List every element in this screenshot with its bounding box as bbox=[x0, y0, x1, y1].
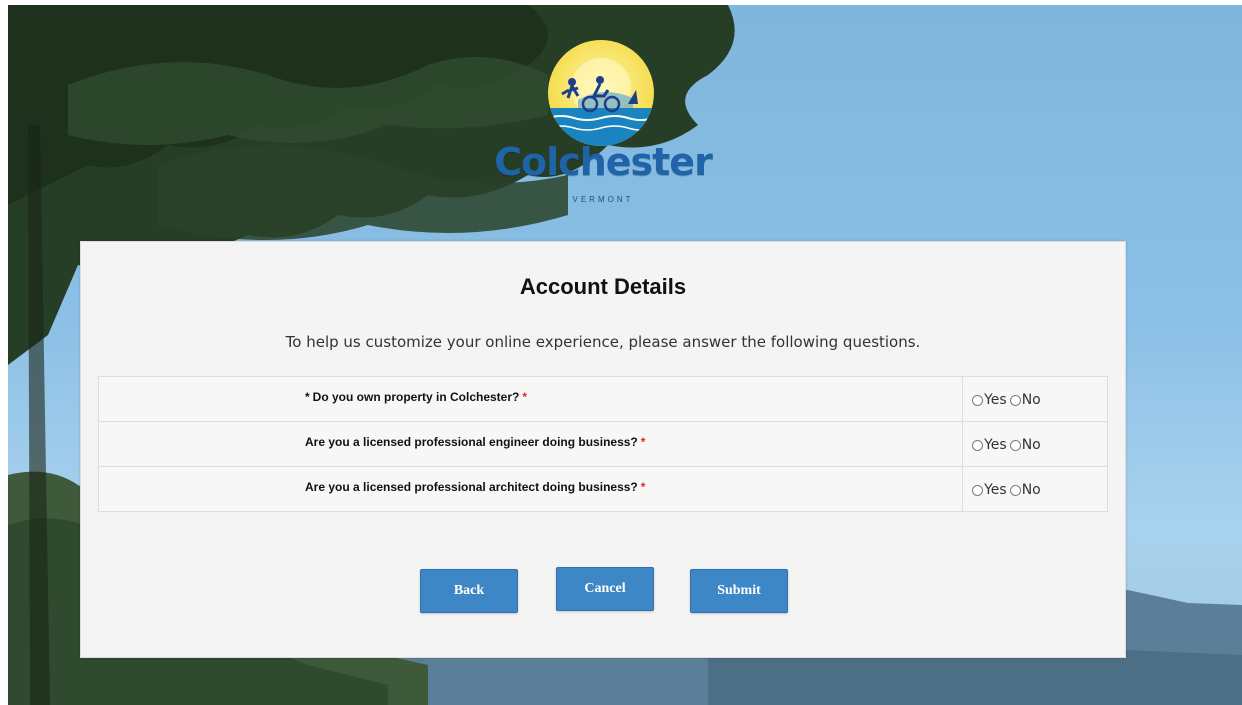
question-row-engineer: Are you a licensed professional engineer… bbox=[97, 421, 1108, 467]
radio-group-engineer: Yes No bbox=[963, 422, 1107, 453]
required-marker: * bbox=[640, 480, 646, 494]
radio-no[interactable] bbox=[1009, 394, 1021, 406]
question-cell: Are you a licensed professional engineer… bbox=[97, 421, 964, 467]
option-label: Yes bbox=[984, 392, 1007, 408]
page-title: Account Details bbox=[519, 274, 687, 299]
radio-group-architect: Yes No bbox=[963, 467, 1107, 498]
submit-button[interactable]: Submit bbox=[690, 569, 788, 613]
colchester-logo: Colchester VERMONT bbox=[488, 40, 718, 215]
radio-no[interactable] bbox=[1009, 484, 1021, 496]
radio-no[interactable] bbox=[1009, 439, 1021, 451]
option-label: No bbox=[1021, 392, 1041, 408]
back-button[interactable]: Back bbox=[420, 569, 518, 613]
logo-wordmark: Colchester bbox=[494, 140, 713, 184]
option-no[interactable]: No bbox=[1009, 392, 1041, 408]
question-label: Are you a licensed professional architec… bbox=[99, 467, 962, 494]
radio-yes[interactable] bbox=[972, 439, 984, 451]
logo-subtitle: VERMONT bbox=[572, 195, 634, 204]
question-text: Do you own property in Colchester? bbox=[312, 390, 520, 404]
account-details-panel: Account Details To help us customize you… bbox=[80, 241, 1126, 658]
question-label: Are you a licensed professional engineer… bbox=[99, 422, 962, 449]
required-marker: * bbox=[640, 435, 646, 449]
answer-cell: Yes No bbox=[962, 466, 1108, 512]
option-label: Yes bbox=[984, 437, 1007, 453]
questions-table: * Do you own property in Colchester? * Yes… bbox=[97, 376, 1108, 512]
question-text: Are you a licensed professional architec… bbox=[305, 480, 638, 494]
question-row-property: * Do you own property in Colchester? * Yes… bbox=[97, 376, 1108, 422]
logo-sun-emblem bbox=[548, 40, 654, 146]
option-yes[interactable]: Yes bbox=[972, 482, 1007, 498]
cyclist-runner-icon bbox=[548, 58, 654, 146]
intro-text: To help us customize your online experie… bbox=[285, 333, 921, 351]
cancel-button[interactable]: Cancel bbox=[556, 567, 654, 611]
required-marker: * bbox=[522, 390, 528, 404]
question-text: Are you a licensed professional engineer… bbox=[305, 435, 638, 449]
question-row-architect: Are you a licensed professional architec… bbox=[97, 466, 1108, 512]
option-no[interactable]: No bbox=[1009, 482, 1041, 498]
radio-group-property: Yes No bbox=[963, 377, 1107, 408]
option-no[interactable]: No bbox=[1009, 437, 1041, 453]
option-yes[interactable]: Yes bbox=[972, 392, 1007, 408]
option-label: No bbox=[1021, 482, 1041, 498]
question-cell: * Do you own property in Colchester? * bbox=[97, 376, 964, 422]
answer-cell: Yes No bbox=[962, 421, 1108, 467]
radio-yes[interactable] bbox=[972, 484, 984, 496]
option-yes[interactable]: Yes bbox=[972, 437, 1007, 453]
answer-cell: Yes No bbox=[962, 376, 1108, 422]
required-prefix: * bbox=[305, 390, 310, 404]
question-label: * Do you own property in Colchester? * bbox=[99, 377, 962, 404]
page: Colchester VERMONT Account Details To he… bbox=[0, 0, 1242, 705]
radio-yes[interactable] bbox=[972, 394, 984, 406]
option-label: No bbox=[1021, 437, 1041, 453]
question-cell: Are you a licensed professional architec… bbox=[97, 466, 964, 512]
option-label: Yes bbox=[984, 482, 1007, 498]
